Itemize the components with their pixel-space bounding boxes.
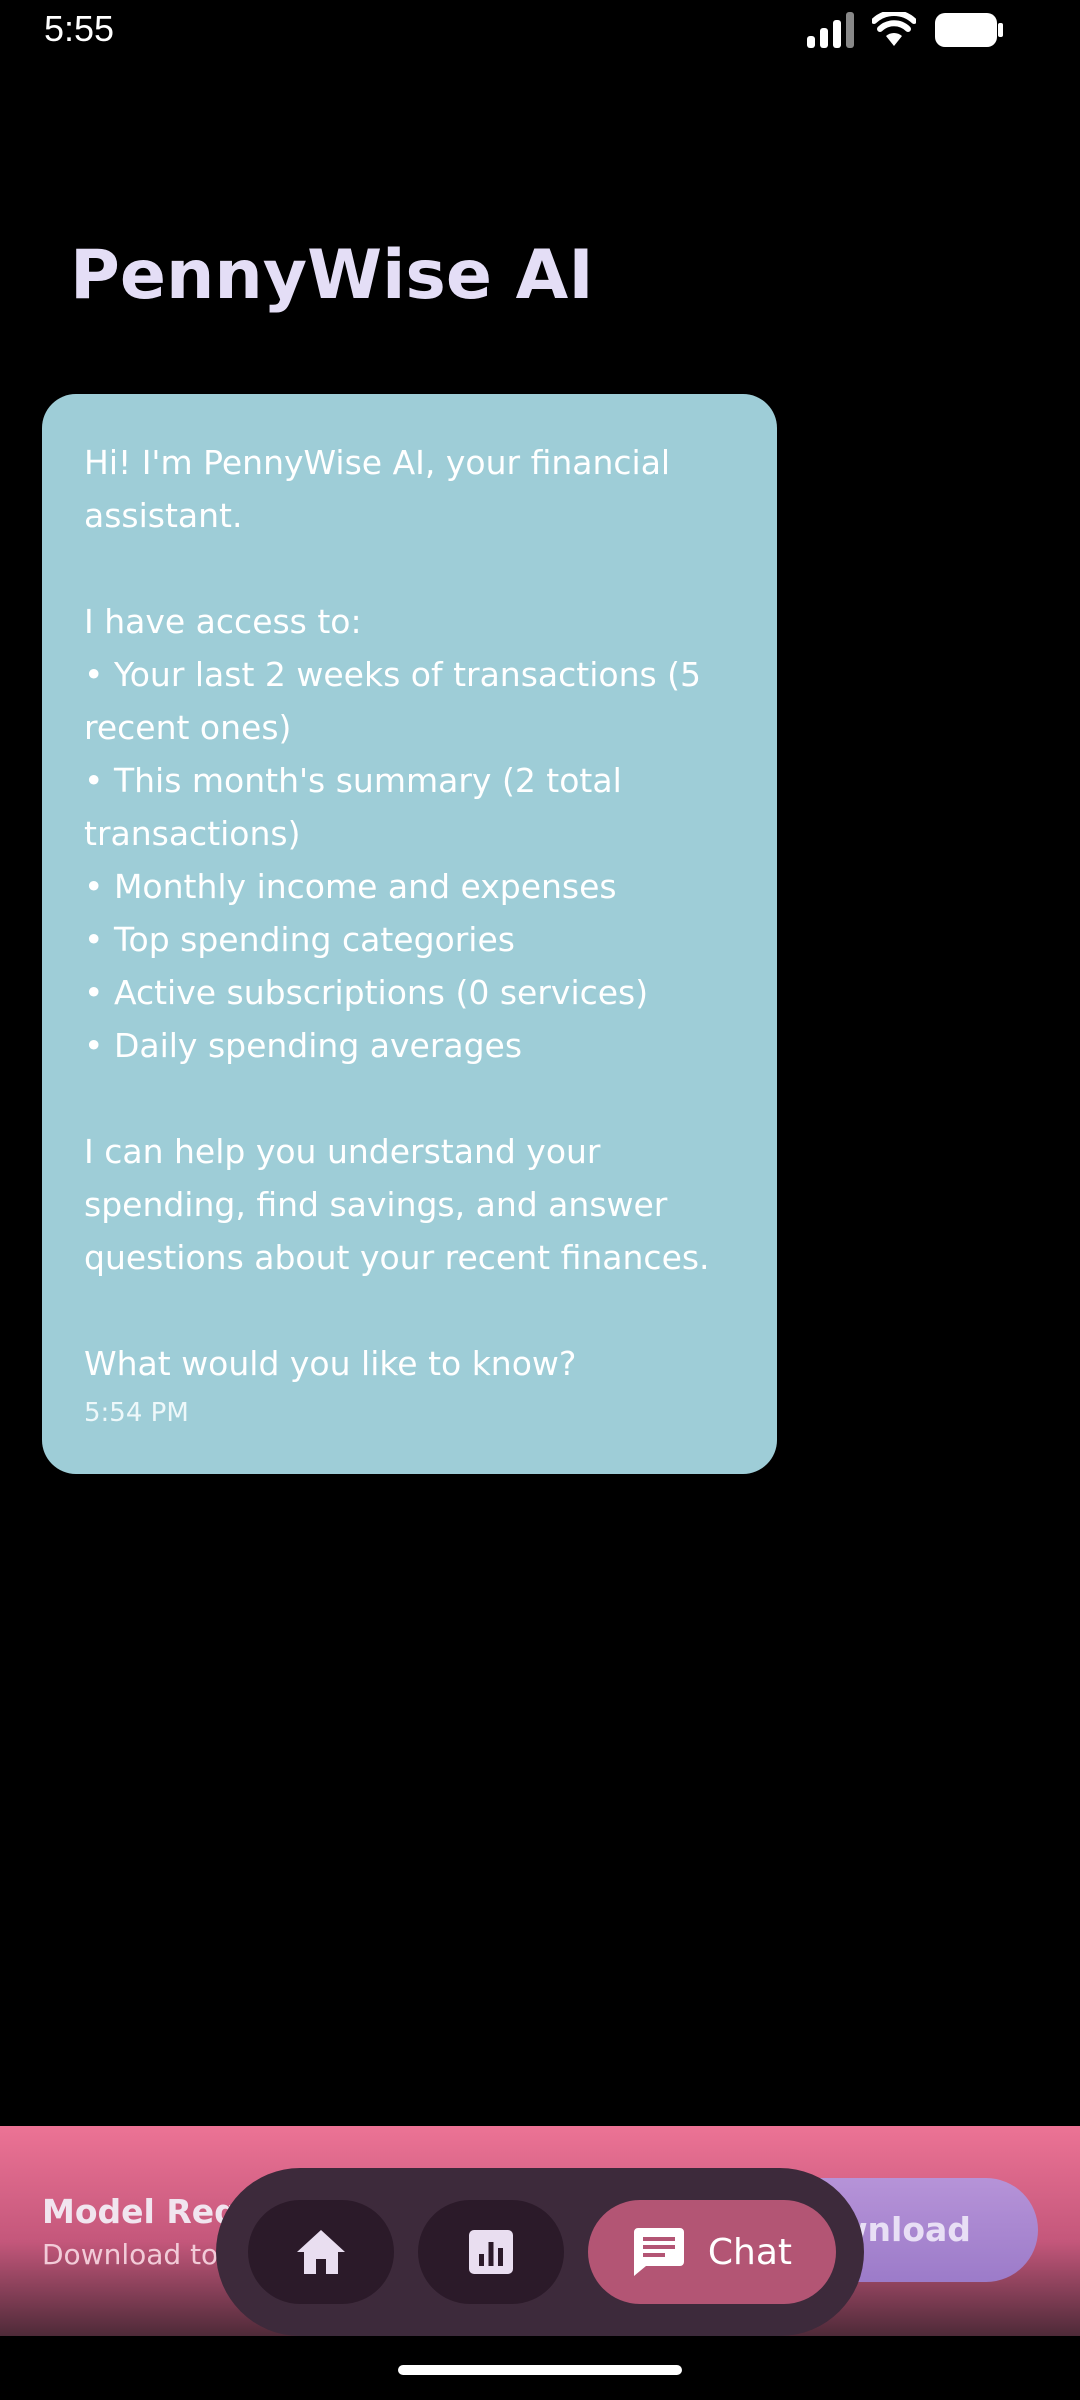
chat-icon bbox=[633, 2228, 684, 2276]
status-time: 5:55 bbox=[44, 8, 115, 49]
chat-screen: 5:55 PennyWise AI Hi! I'm PennyWise AI, … bbox=[0, 0, 1080, 2400]
home-indicator[interactable] bbox=[398, 2365, 682, 2375]
battery-icon bbox=[934, 12, 1004, 48]
bottom-nav-bar: Chat bbox=[216, 2168, 864, 2336]
message-text: Hi! I'm PennyWise AI, your financial ass… bbox=[84, 443, 710, 1383]
page-title: PennyWise AI bbox=[70, 236, 594, 315]
banner-subtitle: Download to bbox=[42, 2238, 219, 2271]
status-bar: 5:55 bbox=[0, 0, 1080, 64]
nav-chat-label: Chat bbox=[707, 2231, 793, 2273]
status-icons bbox=[807, 12, 1004, 48]
bar-chart-icon bbox=[469, 2230, 513, 2274]
wifi-icon bbox=[872, 12, 916, 48]
assistant-message-bubble: Hi! I'm PennyWise AI, your financial ass… bbox=[42, 394, 777, 1474]
signal-icon bbox=[807, 12, 854, 48]
home-icon bbox=[297, 2230, 345, 2274]
nav-home-button[interactable] bbox=[248, 2200, 394, 2304]
message-timestamp: 5:54 PM bbox=[84, 1398, 189, 1428]
nav-chat-button[interactable]: Chat bbox=[588, 2200, 836, 2304]
banner-title: Model Req bbox=[42, 2192, 238, 2231]
nav-stats-button[interactable] bbox=[418, 2200, 564, 2304]
